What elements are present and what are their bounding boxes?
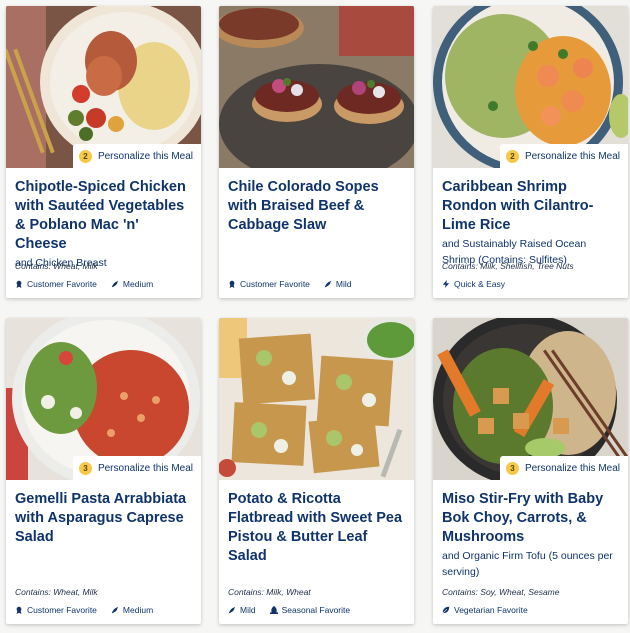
personalize-meal-button[interactable]: 2 Personalize this Meal: [72, 144, 201, 168]
tag: Vegetarian Favorite: [442, 605, 528, 615]
tag: Seasonal Favorite: [269, 605, 350, 615]
personalize-label: Personalize this Meal: [97, 462, 193, 474]
meal-title[interactable]: Potato & Ricotta Flatbread with Sweet Pe…: [219, 480, 414, 566]
personalize-label: Personalize this Meal: [524, 462, 620, 474]
meal-tags: Customer Favorite Mild: [228, 279, 408, 289]
meal-tags: Vegetarian Favorite: [442, 605, 622, 615]
personalize-count-badge: 3: [78, 461, 92, 475]
meal-footer: Contains: Milk, Wheat Mild Seasonal Favo…: [228, 587, 408, 615]
meal-photo[interactable]: 2 Personalize this Meal: [6, 6, 201, 168]
tag: Medium: [111, 279, 153, 289]
meal-title[interactable]: Gemelli Pasta Arrabbiata with Asparagus …: [6, 480, 201, 547]
tag: Medium: [111, 605, 153, 615]
tag: Customer Favorite: [15, 605, 97, 615]
personalize-meal-button[interactable]: 2 Personalize this Meal: [499, 144, 628, 168]
personalize-meal-button[interactable]: 3 Personalize this Meal: [499, 456, 628, 480]
seasonal-icon: [269, 606, 278, 614]
meal-card[interactable]: Chile Colorado Sopes with Braised Beef &…: [219, 6, 414, 298]
award-icon: [229, 280, 235, 288]
meal-footer: Customer Favorite Mild: [228, 279, 408, 289]
tag: Customer Favorite: [15, 279, 97, 289]
meal-title[interactable]: Chile Colorado Sopes with Braised Beef &…: [219, 168, 414, 235]
allergen-info: Contains: Wheat, Milk: [15, 587, 98, 597]
lightning-icon: [442, 280, 450, 288]
meal-title[interactable]: Chipotle-Spiced Chicken with Sautéed Veg…: [6, 168, 201, 254]
meal-card[interactable]: 2 Personalize this Meal Chipotle-Spiced …: [6, 6, 201, 298]
meal-tags: Customer Favorite Medium: [15, 279, 195, 289]
meal-card[interactable]: 3 Personalize this Meal Miso Stir-Fry wi…: [433, 318, 628, 624]
meal-card[interactable]: 2 Personalize this Meal Caribbean Shrimp…: [433, 6, 628, 298]
meal-tags: Customer Favorite Medium: [15, 605, 195, 615]
meal-title[interactable]: Caribbean Shrimp Rondon with Cilantro-Li…: [433, 168, 628, 235]
meal-photo[interactable]: 2 Personalize this Meal: [433, 6, 628, 168]
personalize-count-badge: 3: [505, 461, 519, 475]
allergen-info: Contains: Milk, Shellfish, Tree Nuts: [442, 261, 574, 271]
meal-photo[interactable]: [219, 6, 414, 168]
personalize-meal-button[interactable]: 3 Personalize this Meal: [72, 456, 201, 480]
tag: Quick & Easy: [442, 279, 505, 289]
meal-card[interactable]: Potato & Ricotta Flatbread with Sweet Pe…: [219, 318, 414, 624]
meal-tags: Mild Seasonal Favorite: [228, 605, 408, 615]
meal-footer: Contains: Milk, Shellfish, Tree Nuts Qui…: [442, 261, 622, 289]
pepper-icon: [324, 280, 332, 288]
tag: Mild: [324, 279, 352, 289]
pepper-icon: [228, 606, 236, 614]
award-icon: [16, 606, 22, 614]
pepper-icon: [111, 280, 119, 288]
tag: Mild: [228, 605, 256, 615]
allergen-info: Contains: Wheat, Milk: [15, 261, 98, 271]
personalize-label: Personalize this Meal: [524, 150, 620, 162]
meal-tags: Quick & Easy: [442, 279, 622, 289]
personalize-count-badge: 2: [505, 149, 519, 163]
tag: Customer Favorite: [228, 279, 310, 289]
leaf-icon: [442, 606, 450, 614]
meal-subtitle: and Organic Firm Tofu (5 ounces per serv…: [442, 550, 613, 578]
meal-title[interactable]: Miso Stir-Fry with Baby Bok Choy, Carrot…: [433, 480, 628, 547]
allergen-info: Contains: Soy, Wheat, Sesame: [442, 587, 560, 597]
allergen-info: Contains: Milk, Wheat: [228, 587, 311, 597]
meal-photo[interactable]: 3 Personalize this Meal: [6, 318, 201, 480]
award-icon: [16, 280, 22, 288]
meal-footer: Contains: Soy, Wheat, Sesame Vegetarian …: [442, 587, 622, 615]
meal-footer: Contains: Wheat, Milk Customer Favorite …: [15, 261, 195, 289]
meal-photo[interactable]: [219, 318, 414, 480]
meal-photo[interactable]: 3 Personalize this Meal: [433, 318, 628, 480]
pepper-icon: [111, 606, 119, 614]
personalize-label: Personalize this Meal: [97, 150, 193, 162]
meal-footer: Contains: Wheat, Milk Customer Favorite …: [15, 587, 195, 615]
meal-card[interactable]: 3 Personalize this Meal Gemelli Pasta Ar…: [6, 318, 201, 624]
personalize-count-badge: 2: [78, 149, 92, 163]
